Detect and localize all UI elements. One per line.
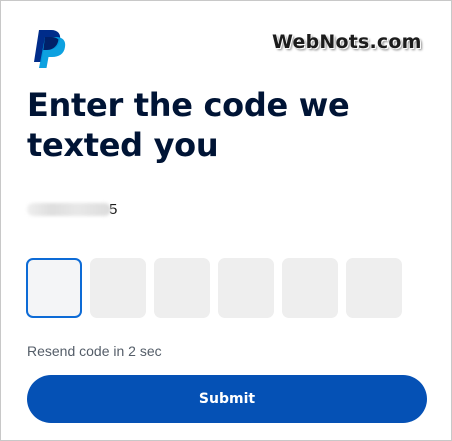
submit-button[interactable]: Submit <box>27 375 427 423</box>
otp-verification-screen: WebNots.com Enter the code we texted you… <box>0 0 452 441</box>
watermark-text: WebNots.com <box>272 31 422 53</box>
otp-digit-input-3[interactable] <box>154 258 210 318</box>
blurred-phone-digits <box>27 202 111 216</box>
otp-digit-input-6[interactable] <box>346 258 402 318</box>
otp-digit-input-2[interactable] <box>90 258 146 318</box>
resend-code-countdown: Resend code in 2 sec <box>27 343 162 359</box>
otp-code-inputs <box>26 258 402 318</box>
page-title: Enter the code we texted you <box>27 86 350 164</box>
masked-phone-number: 5 <box>27 200 117 218</box>
otp-digit-input-5[interactable] <box>282 258 338 318</box>
otp-digit-input-4[interactable] <box>218 258 274 318</box>
otp-digit-input-1[interactable] <box>26 258 82 318</box>
paypal-logo-icon <box>34 30 66 68</box>
